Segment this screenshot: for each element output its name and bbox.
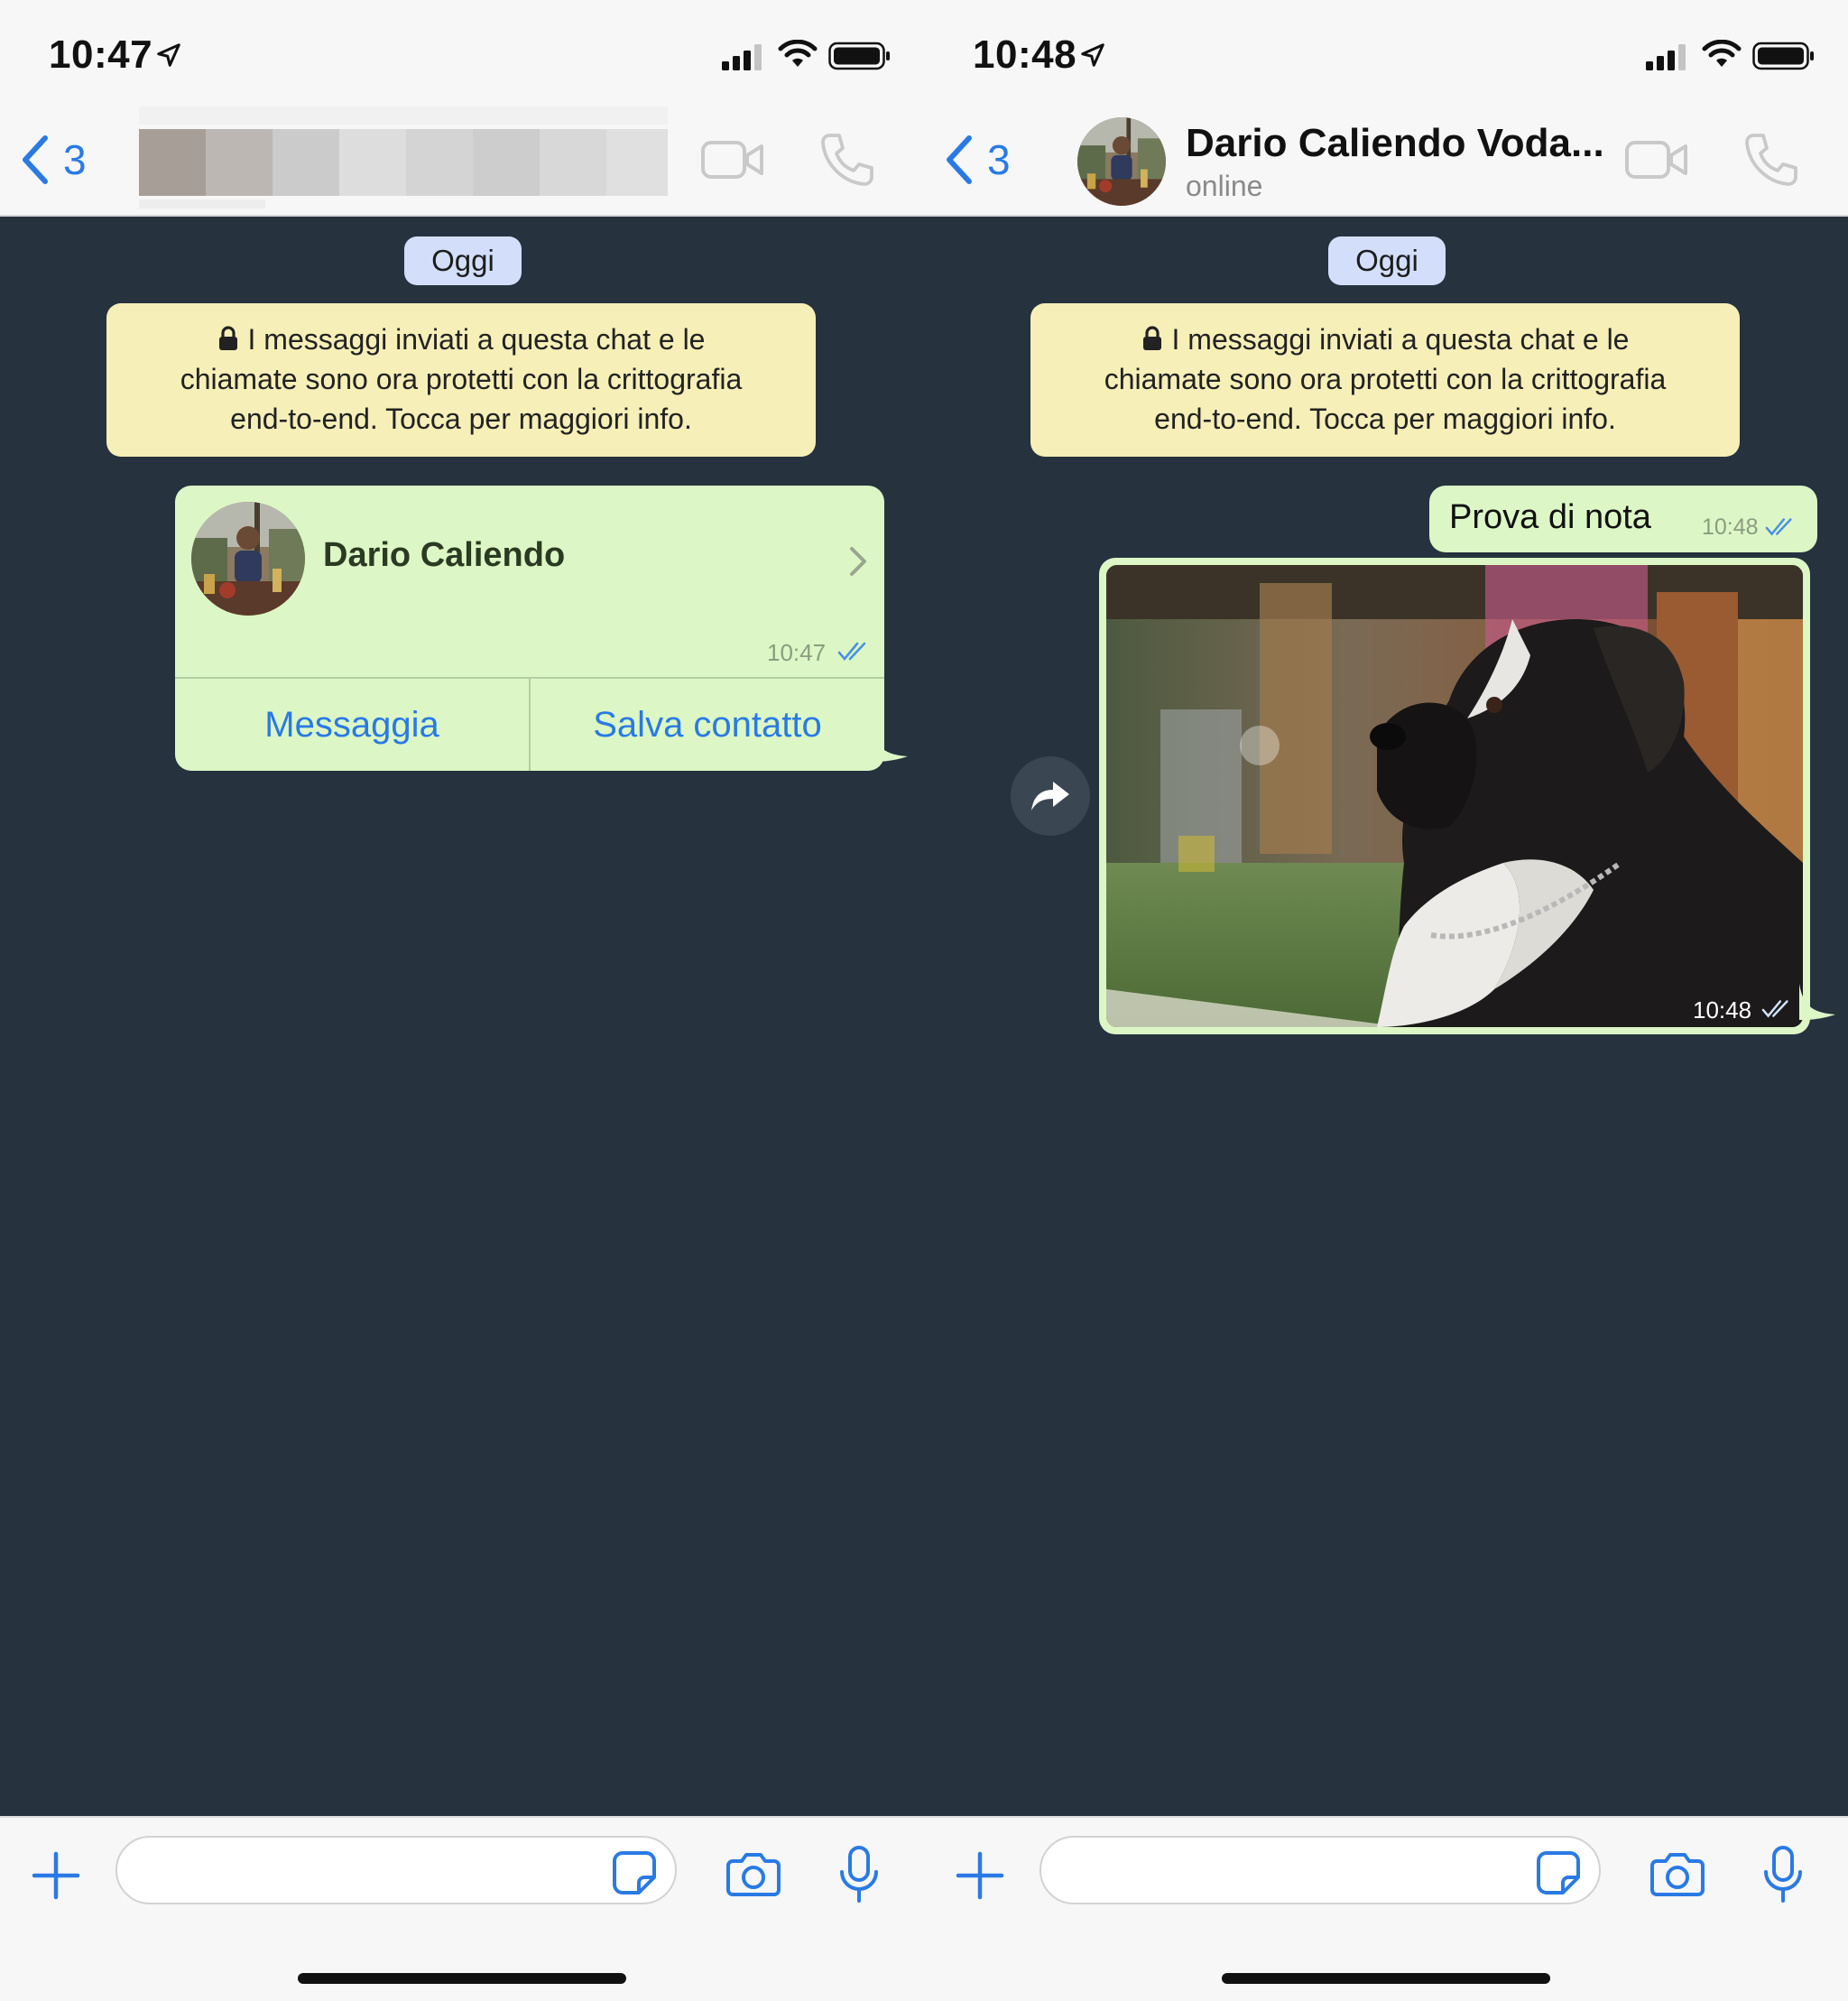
location-arrow-icon (157, 43, 180, 67)
back-button[interactable]: 3 (942, 128, 1032, 191)
sticker-icon[interactable] (1536, 1850, 1581, 1895)
home-indicator[interactable] (298, 1973, 626, 1984)
shared-contact-card[interactable]: Dario Caliendo 10:47 Messaggia Salva con… (175, 486, 884, 771)
double-check-icon (837, 642, 866, 662)
home-indicator[interactable] (1222, 1973, 1550, 1984)
status-time: 10:48 (973, 32, 1077, 77)
message-input[interactable] (1040, 1836, 1601, 1904)
message-text: Prova di nota (1449, 498, 1651, 536)
date-separator: Oggi (1328, 236, 1446, 285)
encryption-notice-line-1: I messaggi inviati a questa chat e le (247, 323, 706, 356)
camera-icon[interactable] (1649, 1850, 1705, 1897)
blurred-contact-name[interactable] (139, 107, 668, 213)
bubble-tail (872, 726, 908, 762)
contact-avatar[interactable] (1077, 117, 1166, 206)
status-bar: 10:47 (0, 0, 924, 101)
camera-icon[interactable] (725, 1850, 781, 1897)
date-separator: Oggi (404, 236, 522, 285)
unread-count: 3 (63, 136, 87, 183)
video-call-icon[interactable] (1624, 137, 1689, 182)
video-call-icon[interactable] (700, 137, 765, 182)
unread-count: 3 (987, 136, 1011, 183)
status-time: 10:47 (49, 32, 153, 77)
outgoing-image-message[interactable]: 10:48 (1099, 558, 1810, 1034)
double-check-icon (1765, 518, 1792, 536)
message-composer (0, 1816, 924, 2001)
contact-card-name: Dario Caliendo (323, 536, 566, 574)
message-time: 10:48 (1693, 996, 1752, 1024)
encryption-notice-line-3: end-to-end. Tocca per maggiori info. (230, 403, 692, 435)
contact-status: online (1186, 170, 1263, 202)
plus-icon[interactable] (31, 1850, 81, 1901)
wifi-icon (1702, 40, 1742, 67)
encryption-notice[interactable]: I messaggi inviati a questa chat e le ch… (106, 303, 816, 457)
microphone-icon[interactable] (837, 1845, 881, 1904)
plus-icon[interactable] (955, 1850, 1005, 1901)
save-contact-button[interactable]: Salva contatto (531, 679, 884, 771)
back-button[interactable]: 3 (18, 128, 108, 191)
message-composer (924, 1816, 1848, 2001)
encryption-notice-line-2: chiamate sono ora protetti con la critto… (1104, 363, 1667, 395)
lock-icon (218, 326, 237, 350)
phone-call-icon[interactable] (1742, 130, 1799, 188)
comparison-stage: 10:47 3 Oggi I messaggi inviati a questa… (0, 0, 1848, 2001)
back-chevron-icon (23, 135, 48, 184)
outgoing-text-message[interactable]: Prova di nota 10:48 (1429, 486, 1817, 552)
location-arrow-icon (1081, 43, 1104, 67)
message-contact-button[interactable]: Messaggia (175, 679, 529, 771)
double-check-icon (1761, 1000, 1788, 1018)
forward-icon (1031, 782, 1069, 811)
encryption-notice-line-3: end-to-end. Tocca per maggiori info. (1154, 403, 1616, 435)
contact-card-avatar (191, 502, 305, 616)
bubble-tail (1799, 984, 1835, 1020)
status-bar: 10:48 (924, 0, 1848, 101)
contact-name[interactable]: Dario Caliendo Voda... (1186, 121, 1604, 166)
forward-button[interactable] (1011, 756, 1090, 836)
battery-icon (1752, 42, 1814, 70)
wifi-icon (778, 40, 818, 67)
back-chevron-icon (947, 135, 972, 184)
encryption-notice-line-1: I messaggi inviati a questa chat e le (1171, 323, 1630, 356)
chevron-right-icon[interactable] (846, 543, 870, 579)
signal-icon (1646, 44, 1686, 70)
message-time: 10:47 (767, 639, 827, 666)
encryption-notice-line-2: chiamate sono ora protetti con la critto… (180, 363, 743, 395)
right-phone-screen: 10:48 3 Dario Caliendo Voda... online Og… (924, 0, 1848, 2001)
phone-call-icon[interactable] (818, 130, 875, 188)
battery-icon (828, 42, 890, 70)
chat-header: 3 Dario Caliendo Voda... online (924, 101, 1848, 217)
message-time: 10:48 (1702, 514, 1759, 540)
dog-photo[interactable] (1106, 565, 1803, 1027)
encryption-notice[interactable]: I messaggi inviati a questa chat e le ch… (1030, 303, 1740, 457)
chat-header: 3 (0, 101, 924, 217)
sticker-icon[interactable] (612, 1850, 657, 1895)
message-input[interactable] (116, 1836, 677, 1904)
signal-icon (722, 44, 762, 70)
lock-icon (1142, 326, 1161, 350)
left-phone-screen: 10:47 3 Oggi I messaggi inviati a questa… (0, 0, 924, 2001)
microphone-icon[interactable] (1761, 1845, 1805, 1904)
